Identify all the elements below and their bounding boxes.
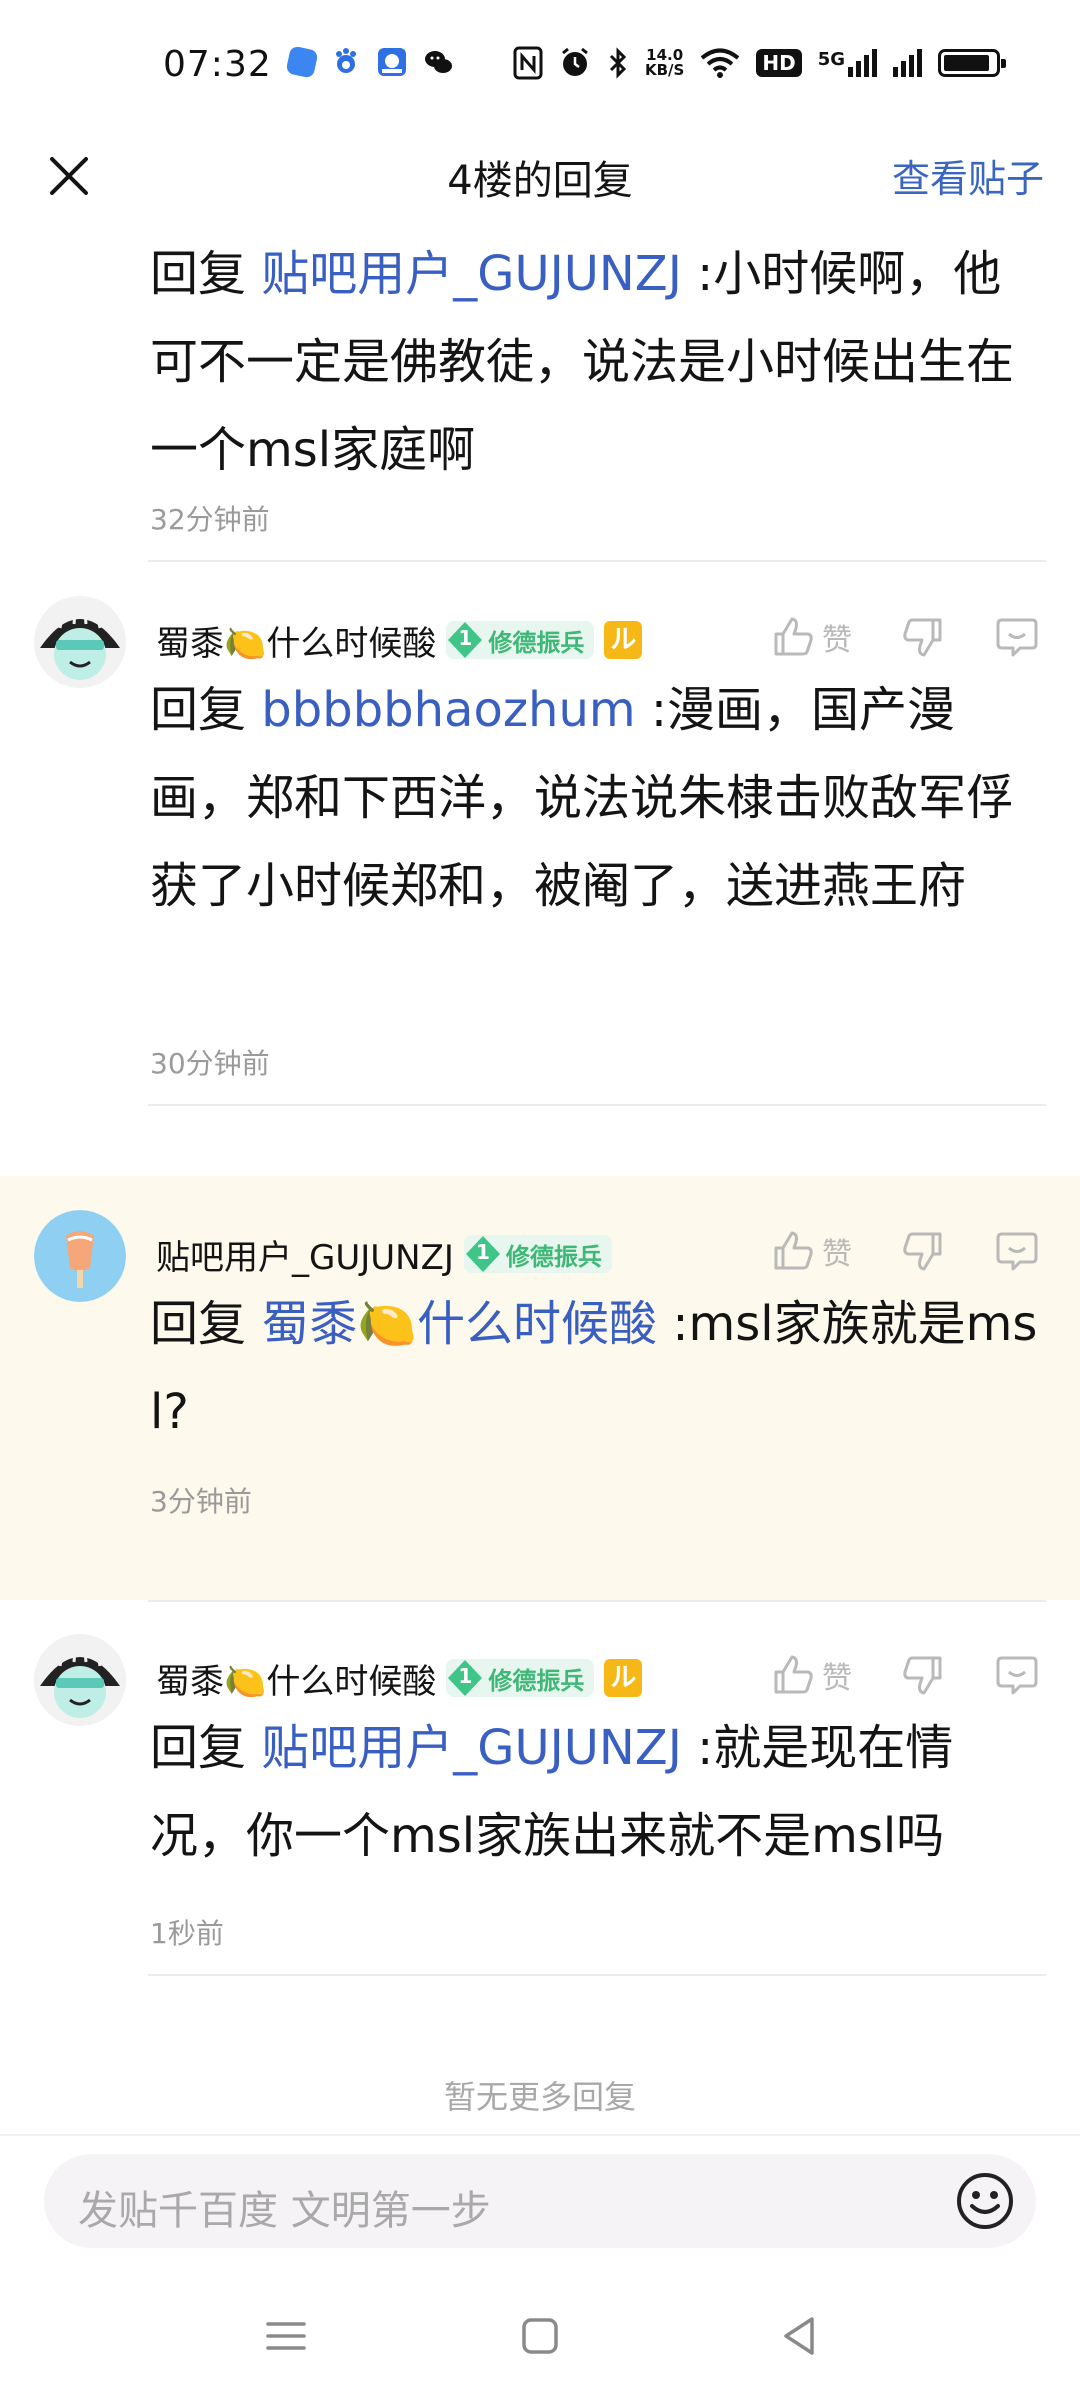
hd-icon: HD xyxy=(756,49,802,77)
divider xyxy=(148,1974,1046,1976)
reply-actions: 赞 xyxy=(770,614,1040,660)
reply-content: 回复 贴吧用户_GUJUNZJ :就是现在情况，你一个msl家族出来就不是msl… xyxy=(150,1720,954,1864)
nfc-icon xyxy=(513,46,543,80)
reply-input[interactable]: 发贴千百度 文明第一步 xyxy=(44,2154,1036,2248)
reply-content: 回复 bbbbbhaozhum :漫画，国产漫画，郑和下西洋，说法说朱棣击败敌军… xyxy=(150,682,1015,914)
avatar[interactable] xyxy=(34,1634,126,1726)
reply-content: 回复 贴吧用户_GUJUNZJ :小时候啊，他可不一定是佛教徒，说法是小时候出生… xyxy=(150,246,1015,478)
signal-icon-2 xyxy=(893,49,922,77)
page-header: 4楼的回复 查看贴子 xyxy=(0,130,1080,230)
status-bar: 07:32 14.0 KB/S HD 5G xyxy=(0,0,1080,130)
level-icon: 1 xyxy=(446,1659,484,1697)
username[interactable]: 蜀黍🍋什么时候酸 xyxy=(156,616,436,665)
network-speed: 14.0 KB/S xyxy=(645,46,685,79)
view-post-button[interactable]: 查看贴子 xyxy=(892,148,1044,203)
thumbs-down-icon[interactable] xyxy=(900,1652,946,1698)
thumbs-up-icon xyxy=(774,617,813,656)
like-button[interactable]: 赞 xyxy=(770,1228,852,1274)
reply-item-highlighted: 贴吧用户_GUJUNZJ 1 修德振兵 赞 回复 蜀黍🍋什么时候酸 :msl家族… xyxy=(0,1176,1080,1600)
like-button[interactable]: 赞 xyxy=(770,614,852,660)
home-icon[interactable] xyxy=(510,2306,570,2366)
level-icon: 1 xyxy=(464,1235,502,1273)
wifi-icon xyxy=(701,48,740,78)
system-nav-bar xyxy=(0,2274,1080,2400)
reply-list[interactable]: 回复 贴吧用户_GUJUNZJ :小时候啊，他可不一定是佛教徒，说法是小时候出生… xyxy=(0,230,1080,2130)
reply-mention-link[interactable]: 贴吧用户_GUJUNZJ xyxy=(261,1720,682,1776)
like-button[interactable]: 赞 xyxy=(770,1652,852,1698)
reply-meta: 蜀黍🍋什么时候酸 1 修德振兵 ル xyxy=(156,1648,643,1708)
thumbs-down-icon[interactable] xyxy=(900,614,946,660)
thumbs-up-icon xyxy=(774,1231,813,1270)
vip-icon: ル xyxy=(604,1659,643,1697)
divider xyxy=(148,1104,1046,1106)
back-icon[interactable] xyxy=(770,2306,830,2366)
reply-time: 3分钟前 xyxy=(150,1485,252,1518)
app-blue-icon xyxy=(285,45,319,79)
baidu-tieba-icon xyxy=(378,48,406,76)
alarm-icon xyxy=(562,47,588,76)
reply-actions: 赞 xyxy=(770,1228,1040,1274)
reply-input-placeholder: 发贴千百度 文明第一步 xyxy=(78,2188,491,2234)
comment-icon[interactable] xyxy=(994,614,1040,660)
menu-icon[interactable] xyxy=(256,2306,316,2366)
status-system-icons: 14.0 KB/S HD 5G xyxy=(513,46,1006,80)
level-badge: 1 修德振兵 xyxy=(446,621,595,659)
username[interactable]: 贴吧用户_GUJUNZJ xyxy=(156,1230,454,1279)
wechat-icon xyxy=(425,51,452,73)
emoji-icon[interactable] xyxy=(954,2170,1016,2232)
reply-item: 蜀黍🍋什么时候酸 1 修德振兵 ル 赞 回复 贴吧用户_GUJUNZJ :就是现… xyxy=(0,1600,1080,2080)
status-time: 07:32 xyxy=(163,44,272,85)
reply-mention-link[interactable]: 贴吧用户_GUJUNZJ xyxy=(261,246,682,302)
level-badge: 1 修德振兵 xyxy=(463,1235,612,1273)
thumbs-up-icon xyxy=(774,1655,813,1694)
reply-time: 32分钟前 xyxy=(150,503,270,536)
reply-time: 30分钟前 xyxy=(150,1047,270,1080)
reply-item: 回复 贴吧用户_GUJUNZJ :小时候啊，他可不一定是佛教徒，说法是小时候出生… xyxy=(0,230,1080,562)
reply-meta: 蜀黍🍋什么时候酸 1 修德振兵 ル xyxy=(156,610,643,670)
baidu-icon xyxy=(336,48,356,73)
signal-icon: 5G xyxy=(818,49,877,77)
level-badge: 1 修德振兵 xyxy=(446,1659,595,1697)
battery-icon xyxy=(938,49,1006,77)
status-notification-icons xyxy=(285,45,454,79)
level-icon: 1 xyxy=(446,621,484,659)
reply-mention-link[interactable]: 蜀黍🍋什么时候酸 xyxy=(261,1296,657,1352)
reply-item: 蜀黍🍋什么时候酸 1 修德振兵 ル 赞 回复 bbbbbhaozhum :漫画，… xyxy=(0,562,1080,1166)
reply-mention-link[interactable]: bbbbbhaozhum xyxy=(261,682,635,738)
avatar[interactable] xyxy=(34,1210,126,1302)
bluetooth-icon xyxy=(609,47,627,79)
reply-meta: 贴吧用户_GUJUNZJ 1 修德振兵 xyxy=(156,1224,612,1284)
no-more-replies: 暂无更多回复 xyxy=(443,2078,636,2116)
avatar[interactable] xyxy=(34,596,126,688)
reply-input-bar: 发贴千百度 文明第一步 xyxy=(0,2134,1080,2274)
vip-icon: ル xyxy=(604,621,643,659)
thumbs-down-icon[interactable] xyxy=(900,1228,946,1274)
comment-icon[interactable] xyxy=(994,1228,1040,1274)
reply-content: 回复 蜀黍🍋什么时候酸 :msl家族就是msl? xyxy=(150,1296,1038,1440)
username[interactable]: 蜀黍🍋什么时候酸 xyxy=(156,1654,436,1703)
comment-icon[interactable] xyxy=(994,1652,1040,1698)
reply-time: 1秒前 xyxy=(150,1917,224,1950)
reply-actions: 赞 xyxy=(770,1652,1040,1698)
